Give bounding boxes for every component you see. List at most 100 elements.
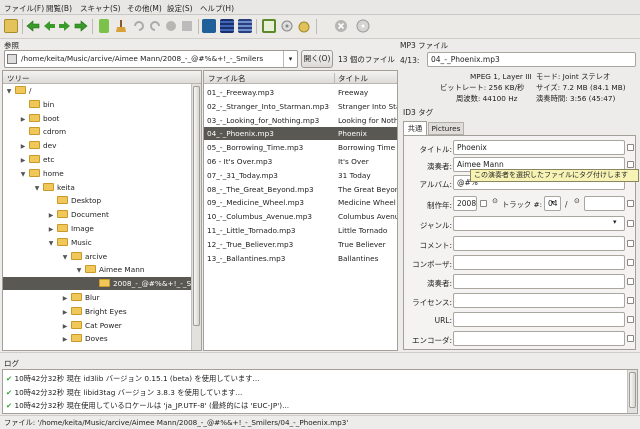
filename-field[interactable]: 04_-_Phoenix.mp3 (427, 52, 636, 67)
composer-field[interactable] (453, 255, 625, 270)
log-panel[interactable]: ✔ 10時42分32秒 現在 id3lib バージョン 0.15.1 (beta… (2, 369, 638, 414)
prev-icon[interactable] (42, 19, 56, 33)
composer-checkbox[interactable] (627, 259, 634, 266)
expander-icon[interactable]: ▶ (19, 140, 27, 152)
list-icon[interactable] (238, 19, 252, 33)
menu-settings[interactable]: 設定(S) (167, 3, 193, 14)
expander-icon[interactable]: ▼ (47, 237, 55, 249)
tree-item[interactable]: ▼ / (3, 84, 191, 97)
tree-scrollbar[interactable] (191, 84, 201, 350)
year-field[interactable]: 2008 (453, 196, 477, 211)
tree-item[interactable]: 2008_-_@#%&+!_-_Smilers (3, 277, 191, 291)
column-filename[interactable]: ファイル名 (208, 74, 246, 83)
chevron-down-icon[interactable]: ▾ (613, 218, 617, 226)
view-icon[interactable] (220, 19, 234, 33)
expander-icon[interactable]: ▶ (61, 306, 69, 318)
expander-icon[interactable]: ▶ (61, 292, 69, 304)
chevron-down-icon[interactable]: ▾ (283, 51, 297, 67)
stop-icon[interactable] (334, 19, 348, 33)
open-folder-icon[interactable] (4, 19, 18, 33)
expander-icon[interactable]: ▶ (47, 209, 55, 221)
file-row[interactable]: 12_-_True_Believer.mp3 True Believer (204, 238, 397, 251)
menu-file[interactable]: ファイル(F) (4, 3, 44, 14)
column-title[interactable]: タイトル (334, 73, 368, 84)
tag-icon[interactable] (280, 19, 294, 33)
file-row[interactable]: 07_-_31_Today.mp3 31 Today (204, 169, 397, 182)
file-row[interactable]: 10_-_Columbus_Avenue.mp3 Columbus Avenue (204, 210, 397, 223)
track-checkbox[interactable] (627, 200, 634, 207)
expander-icon[interactable]: ▶ (19, 113, 27, 125)
chevron-down-icon[interactable]: ▾ (551, 199, 554, 206)
expander-icon[interactable]: ▶ (19, 154, 27, 166)
forward-icon[interactable] (74, 19, 88, 33)
tree-item[interactable]: Desktop (3, 194, 191, 207)
tree-item[interactable]: cdrom (3, 125, 191, 138)
menu-misc[interactable]: その他(M) (127, 3, 162, 14)
title-checkbox[interactable] (627, 144, 634, 151)
file-row[interactable]: 11_-_Little_Tornado.mp3 Little Tornado (204, 224, 397, 237)
expander-icon[interactable]: ▶ (61, 333, 69, 345)
file-row[interactable]: 02_-_Stranger_Into_Starman.mp3 Stranger I… (204, 100, 397, 113)
open-button[interactable]: 開く(O) (301, 50, 333, 68)
log-scrollbar[interactable] (627, 370, 637, 413)
undo-icon[interactable] (132, 19, 146, 33)
file-row[interactable]: 03_-_Looking_for_Nothing.mp3 Looking for … (204, 114, 397, 127)
menu-help[interactable]: ヘルプ(H) (200, 3, 234, 14)
file-row[interactable]: 13_-_Ballantines.mp3 Ballantines (204, 252, 397, 265)
encoder-checkbox[interactable] (627, 335, 634, 342)
sort-icon[interactable] (202, 19, 216, 33)
expander-icon[interactable]: ▶ (61, 320, 69, 332)
original-artist-checkbox[interactable] (627, 278, 634, 285)
tree-item[interactable]: ▼ Music (3, 236, 191, 249)
pane-divider[interactable] (0, 352, 640, 356)
genre-combobox[interactable] (453, 216, 625, 231)
tree-item[interactable]: ▶ Image (3, 222, 191, 235)
menu-scanner[interactable]: スキャナ(S) (80, 3, 121, 14)
reload-icon[interactable] (164, 19, 178, 33)
url-field[interactable] (453, 312, 625, 327)
tree-item[interactable]: ▼ keita (3, 181, 191, 194)
tree-item[interactable]: ▶ boot (3, 112, 191, 125)
apply-icon[interactable]: ⊙ (490, 197, 500, 208)
expander-icon[interactable]: ▼ (75, 264, 83, 276)
tree-item[interactable]: ▼ Aimee Mann (3, 263, 191, 276)
url-checkbox[interactable] (627, 316, 634, 323)
tab-common[interactable]: 共通 (403, 121, 427, 135)
path-combobox[interactable]: /home/keita/Music/arcive/Aimee Mann/2008… (4, 50, 298, 68)
file-row[interactable]: 06 - It's Over.mp3 It's Over (204, 155, 397, 168)
menu-browse[interactable]: 閲覧(B) (46, 3, 72, 14)
file-row[interactable]: 05_-_Borrowing_Time.mp3 Borrowing Time (204, 141, 397, 154)
copyright-field[interactable] (453, 293, 625, 308)
cd-icon[interactable] (356, 19, 370, 33)
tree-item[interactable]: bin (3, 98, 191, 111)
file-row[interactable]: 09_-_Medicine_Wheel.mp3 Medicine Wheel (204, 196, 397, 209)
comment-field[interactable] (453, 236, 625, 251)
encoder-field[interactable] (453, 331, 625, 346)
tree-item[interactable]: ▶ Doves (3, 332, 191, 345)
tree-item[interactable]: ▼ home (3, 167, 191, 180)
file-row[interactable]: 08_-_The_Great_Beyond.mp3 The Great Beyon… (204, 183, 397, 196)
path-input[interactable]: /home/keita/Music/arcive/Aimee Mann/2008… (21, 54, 283, 63)
folder-up-icon[interactable] (7, 54, 17, 64)
back-icon[interactable] (26, 19, 40, 33)
comment-checkbox[interactable] (627, 240, 634, 247)
file-row[interactable]: 04_-_Phoenix.mp3 Phoenix (204, 127, 397, 141)
expander-icon[interactable]: ▼ (5, 85, 13, 97)
file-list[interactable]: ファイル名 タイトル 01_-_Freeway.mp3 Freeway 02_-_S… (203, 70, 398, 351)
select-all-icon[interactable] (99, 19, 109, 33)
tab-pictures[interactable]: Pictures (428, 122, 464, 135)
expander-icon[interactable]: ▶ (47, 223, 55, 235)
copyright-checkbox[interactable] (627, 297, 634, 304)
original-artist-field[interactable] (453, 274, 625, 289)
artist-checkbox[interactable] (627, 161, 634, 168)
settings-icon[interactable] (298, 19, 312, 33)
title-field[interactable]: Phoenix (453, 140, 625, 155)
genre-checkbox[interactable] (627, 220, 634, 227)
clear-icon[interactable] (114, 19, 128, 33)
expander-icon[interactable]: ▼ (61, 251, 69, 263)
tree-item[interactable]: ▶ Blur (3, 291, 191, 304)
apply-icon[interactable]: ⊙ (574, 197, 580, 205)
directory-tree[interactable]: ツリー ▼ / bin ▶ boot cdrom ▶ dev ▶ etc ▼ home ▼ keita De… (2, 70, 202, 351)
tree-item[interactable]: ▶ Cat Power (3, 319, 191, 332)
file-row[interactable]: 01_-_Freeway.mp3 Freeway (204, 86, 397, 99)
